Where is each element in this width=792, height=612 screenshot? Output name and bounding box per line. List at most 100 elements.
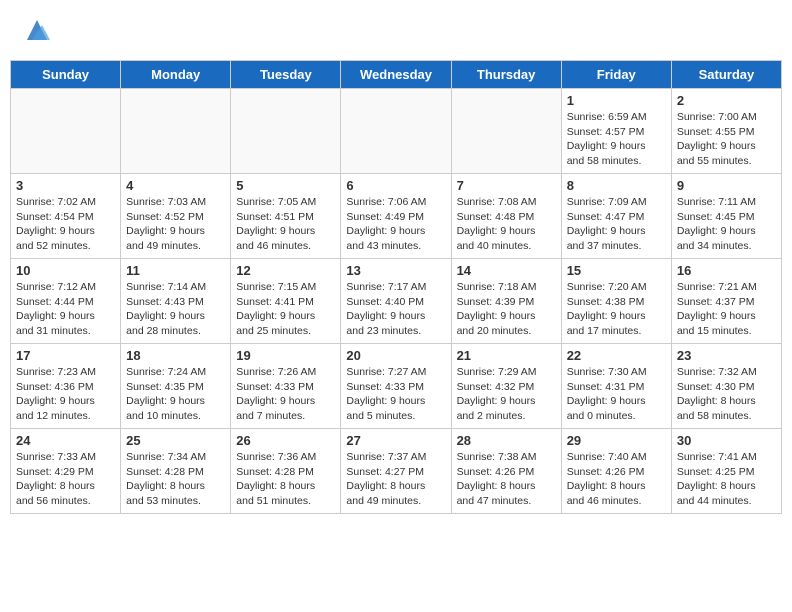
- logo: [20, 15, 52, 45]
- calendar-cell: 4 Sunrise: 7:03 AM Sunset: 4:52 PM Daylig…: [121, 174, 231, 259]
- calendar-cell: [231, 89, 341, 174]
- day-number: 8: [567, 178, 666, 193]
- calendar-cell: 6 Sunrise: 7:06 AM Sunset: 4:49 PM Daylig…: [341, 174, 451, 259]
- calendar-cell: 23 Sunrise: 7:32 AM Sunset: 4:30 PM Dayli…: [671, 344, 781, 429]
- day-number: 26: [236, 433, 335, 448]
- day-number: 25: [126, 433, 225, 448]
- day-info: Sunrise: 7:33 AM Sunset: 4:29 PM Dayligh…: [16, 450, 115, 509]
- day-number: 1: [567, 93, 666, 108]
- day-number: 29: [567, 433, 666, 448]
- day-info: Sunrise: 7:06 AM Sunset: 4:49 PM Dayligh…: [346, 195, 445, 254]
- day-number: 19: [236, 348, 335, 363]
- calendar-cell: 30Sunrise: 7:41 AM Sunset: 4:25 PM Dayli…: [671, 429, 781, 514]
- day-number: 3: [16, 178, 115, 193]
- day-info: Sunrise: 6:59 AM Sunset: 4:57 PM Dayligh…: [567, 110, 666, 169]
- calendar-week-2: 10 Sunrise: 7:12 AM Sunset: 4:44 PM Dayli…: [11, 259, 782, 344]
- header: [10, 10, 782, 50]
- day-header-monday: Monday: [121, 61, 231, 89]
- calendar-cell: 24 Sunrise: 7:33 AM Sunset: 4:29 PM Dayli…: [11, 429, 121, 514]
- calendar-week-0: 1 Sunrise: 6:59 AM Sunset: 4:57 PM Daylig…: [11, 89, 782, 174]
- day-info: Sunrise: 7:29 AM Sunset: 4:32 PM Dayligh…: [457, 365, 556, 424]
- calendar-cell: 20Sunrise: 7:27 AM Sunset: 4:33 PM Dayli…: [341, 344, 451, 429]
- day-info: Sunrise: 7:05 AM Sunset: 4:51 PM Dayligh…: [236, 195, 335, 254]
- calendar-cell: 18 Sunrise: 7:24 AM Sunset: 4:35 PM Dayli…: [121, 344, 231, 429]
- day-info: Sunrise: 7:18 AM Sunset: 4:39 PM Dayligh…: [457, 280, 556, 339]
- day-number: 5: [236, 178, 335, 193]
- calendar-header-row: SundayMondayTuesdayWednesdayThursdayFrid…: [11, 61, 782, 89]
- day-info: Sunrise: 7:26 AM Sunset: 4:33 PM Dayligh…: [236, 365, 335, 424]
- day-number: 22: [567, 348, 666, 363]
- calendar-cell: 28 Sunrise: 7:38 AM Sunset: 4:26 PM Dayli…: [451, 429, 561, 514]
- calendar-cell: 1 Sunrise: 6:59 AM Sunset: 4:57 PM Daylig…: [561, 89, 671, 174]
- day-info: Sunrise: 7:17 AM Sunset: 4:40 PM Dayligh…: [346, 280, 445, 339]
- calendar-cell: 14 Sunrise: 7:18 AM Sunset: 4:39 PM Dayli…: [451, 259, 561, 344]
- day-number: 21: [457, 348, 556, 363]
- day-info: Sunrise: 7:15 AM Sunset: 4:41 PM Dayligh…: [236, 280, 335, 339]
- day-header-thursday: Thursday: [451, 61, 561, 89]
- calendar-week-4: 24 Sunrise: 7:33 AM Sunset: 4:29 PM Dayli…: [11, 429, 782, 514]
- day-number: 7: [457, 178, 556, 193]
- day-info: Sunrise: 7:12 AM Sunset: 4:44 PM Dayligh…: [16, 280, 115, 339]
- calendar-cell: 10 Sunrise: 7:12 AM Sunset: 4:44 PM Dayli…: [11, 259, 121, 344]
- calendar-cell: [451, 89, 561, 174]
- day-header-wednesday: Wednesday: [341, 61, 451, 89]
- calendar-cell: 13Sunrise: 7:17 AM Sunset: 4:40 PM Dayli…: [341, 259, 451, 344]
- day-header-saturday: Saturday: [671, 61, 781, 89]
- day-number: 24: [16, 433, 115, 448]
- day-info: Sunrise: 7:08 AM Sunset: 4:48 PM Dayligh…: [457, 195, 556, 254]
- calendar-cell: 29Sunrise: 7:40 AM Sunset: 4:26 PM Dayli…: [561, 429, 671, 514]
- calendar-cell: 17Sunrise: 7:23 AM Sunset: 4:36 PM Dayli…: [11, 344, 121, 429]
- day-info: Sunrise: 7:36 AM Sunset: 4:28 PM Dayligh…: [236, 450, 335, 509]
- day-info: Sunrise: 7:30 AM Sunset: 4:31 PM Dayligh…: [567, 365, 666, 424]
- calendar-cell: 26 Sunrise: 7:36 AM Sunset: 4:28 PM Dayli…: [231, 429, 341, 514]
- day-number: 12: [236, 263, 335, 278]
- day-number: 15: [567, 263, 666, 278]
- calendar-cell: 25Sunrise: 7:34 AM Sunset: 4:28 PM Dayli…: [121, 429, 231, 514]
- day-info: Sunrise: 7:24 AM Sunset: 4:35 PM Dayligh…: [126, 365, 225, 424]
- calendar-cell: 5 Sunrise: 7:05 AM Sunset: 4:51 PM Daylig…: [231, 174, 341, 259]
- calendar: SundayMondayTuesdayWednesdayThursdayFrid…: [10, 60, 782, 514]
- day-number: 9: [677, 178, 776, 193]
- day-number: 4: [126, 178, 225, 193]
- day-info: Sunrise: 7:00 AM Sunset: 4:55 PM Dayligh…: [677, 110, 776, 169]
- day-header-tuesday: Tuesday: [231, 61, 341, 89]
- calendar-cell: 12 Sunrise: 7:15 AM Sunset: 4:41 PM Dayli…: [231, 259, 341, 344]
- day-number: 14: [457, 263, 556, 278]
- calendar-cell: [341, 89, 451, 174]
- day-info: Sunrise: 7:20 AM Sunset: 4:38 PM Dayligh…: [567, 280, 666, 339]
- day-number: 2: [677, 93, 776, 108]
- calendar-cell: 27Sunrise: 7:37 AM Sunset: 4:27 PM Dayli…: [341, 429, 451, 514]
- calendar-cell: [11, 89, 121, 174]
- day-number: 6: [346, 178, 445, 193]
- day-info: Sunrise: 7:21 AM Sunset: 4:37 PM Dayligh…: [677, 280, 776, 339]
- day-info: Sunrise: 7:02 AM Sunset: 4:54 PM Dayligh…: [16, 195, 115, 254]
- calendar-cell: 9 Sunrise: 7:11 AM Sunset: 4:45 PM Daylig…: [671, 174, 781, 259]
- day-number: 27: [346, 433, 445, 448]
- day-info: Sunrise: 7:03 AM Sunset: 4:52 PM Dayligh…: [126, 195, 225, 254]
- calendar-cell: 8 Sunrise: 7:09 AM Sunset: 4:47 PM Daylig…: [561, 174, 671, 259]
- day-number: 16: [677, 263, 776, 278]
- calendar-cell: 2 Sunrise: 7:00 AM Sunset: 4:55 PM Daylig…: [671, 89, 781, 174]
- day-number: 28: [457, 433, 556, 448]
- day-info: Sunrise: 7:14 AM Sunset: 4:43 PM Dayligh…: [126, 280, 225, 339]
- calendar-cell: 15 Sunrise: 7:20 AM Sunset: 4:38 PM Dayli…: [561, 259, 671, 344]
- day-header-friday: Friday: [561, 61, 671, 89]
- day-info: Sunrise: 7:32 AM Sunset: 4:30 PM Dayligh…: [677, 365, 776, 424]
- calendar-cell: 22 Sunrise: 7:30 AM Sunset: 4:31 PM Dayli…: [561, 344, 671, 429]
- calendar-cell: 7 Sunrise: 7:08 AM Sunset: 4:48 PM Daylig…: [451, 174, 561, 259]
- calendar-cell: 3 Sunrise: 7:02 AM Sunset: 4:54 PM Daylig…: [11, 174, 121, 259]
- day-info: Sunrise: 7:38 AM Sunset: 4:26 PM Dayligh…: [457, 450, 556, 509]
- calendar-cell: 11Sunrise: 7:14 AM Sunset: 4:43 PM Dayli…: [121, 259, 231, 344]
- day-number: 10: [16, 263, 115, 278]
- calendar-cell: 19 Sunrise: 7:26 AM Sunset: 4:33 PM Dayli…: [231, 344, 341, 429]
- day-header-sunday: Sunday: [11, 61, 121, 89]
- day-info: Sunrise: 7:11 AM Sunset: 4:45 PM Dayligh…: [677, 195, 776, 254]
- day-info: Sunrise: 7:09 AM Sunset: 4:47 PM Dayligh…: [567, 195, 666, 254]
- calendar-week-3: 17Sunrise: 7:23 AM Sunset: 4:36 PM Dayli…: [11, 344, 782, 429]
- day-number: 23: [677, 348, 776, 363]
- day-info: Sunrise: 7:27 AM Sunset: 4:33 PM Dayligh…: [346, 365, 445, 424]
- day-number: 18: [126, 348, 225, 363]
- logo-icon: [22, 15, 52, 45]
- calendar-cell: 21 Sunrise: 7:29 AM Sunset: 4:32 PM Dayli…: [451, 344, 561, 429]
- day-number: 30: [677, 433, 776, 448]
